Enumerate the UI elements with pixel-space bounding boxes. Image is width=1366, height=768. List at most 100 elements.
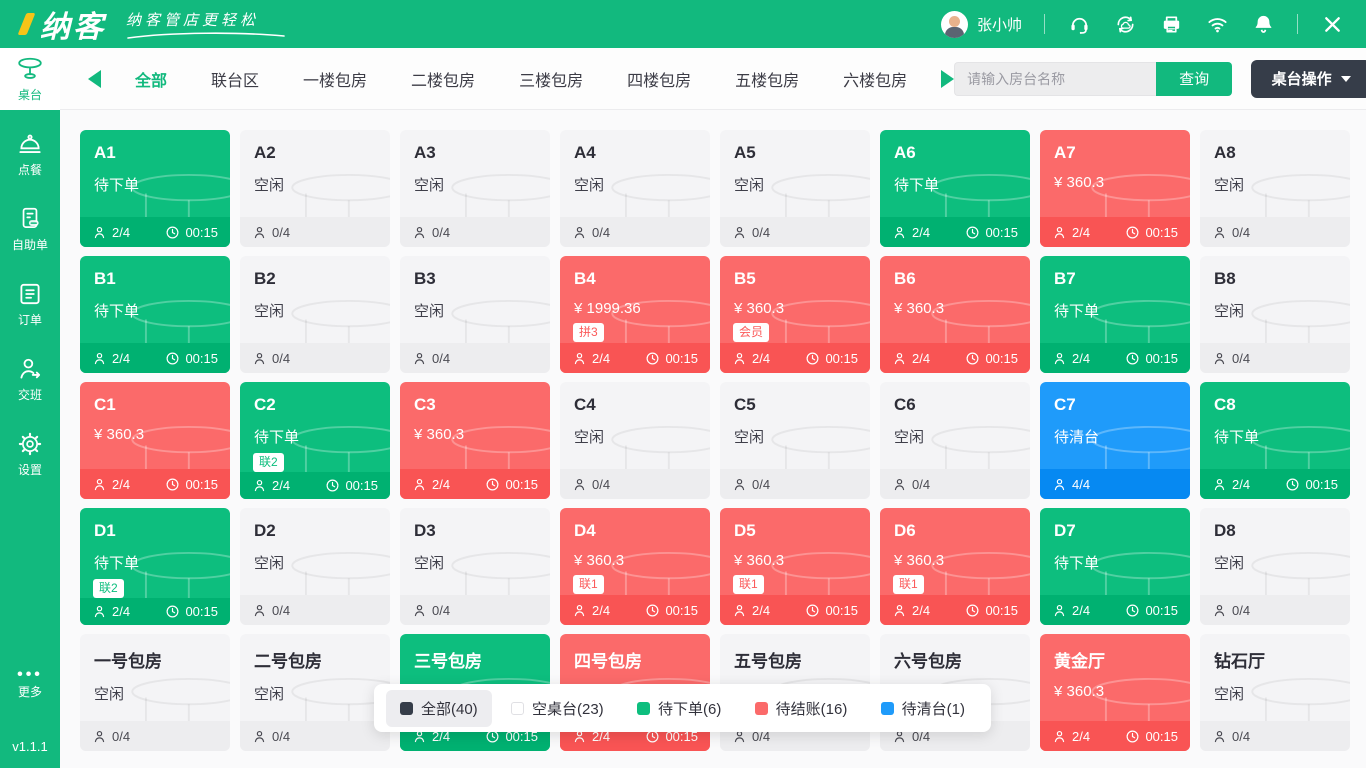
bell-icon[interactable] [1251,12,1275,36]
table-card-钻石厅[interactable]: 钻石厅空闲0/4 [1200,634,1350,751]
sidebar-item-selfserve[interactable]: 自助单 [0,198,60,260]
table-card-B6[interactable]: B6¥ 360.32/400:15 [880,256,1030,373]
legend-item-0[interactable]: 全部(40) [386,690,492,727]
table-status: 待下单 [80,541,230,573]
table-card-C5[interactable]: C5空闲0/4 [720,382,870,499]
table-card-D1[interactable]: D1待下单联22/400:15 [80,508,230,625]
legend-item-2[interactable]: 待下单(6) [623,690,735,727]
duration: 00:15 [185,351,218,366]
table-name: A3 [400,130,550,163]
table-badge: 会员 [733,323,769,342]
table-card-B1[interactable]: B1待下单2/400:15 [80,256,230,373]
app-slogan: 纳客管店更轻松 [126,9,286,40]
table-card-D2[interactable]: D2空闲0/4 [240,508,390,625]
tab-全部[interactable]: 全部 [135,67,167,91]
sidebar-item-order[interactable]: 点餐 [0,123,60,185]
occupancy: 0/4 [432,351,450,366]
legend-item-3[interactable]: 待结账(16) [741,690,862,727]
tab-联台区[interactable]: 联台区 [211,67,259,91]
table-card-B8[interactable]: B8空闲0/4 [1200,256,1350,373]
table-card-A1[interactable]: A1待下单2/400:15 [80,130,230,247]
search-button[interactable]: 查询 [1156,62,1232,96]
table-card-A8[interactable]: A8空闲0/4 [1200,130,1350,247]
wifi-icon[interactable] [1205,12,1229,36]
table-card-二号包房[interactable]: 二号包房空闲0/4 [240,634,390,751]
duration: 00:15 [1145,729,1178,744]
person-icon [92,604,107,619]
table-card-A7[interactable]: A7¥ 360.32/400:15 [1040,130,1190,247]
user-menu[interactable]: 张小帅 [941,11,1022,38]
sidebar-item-settings[interactable]: 设置 [0,423,60,485]
search-input[interactable] [954,62,1156,96]
sidebar-item-shift[interactable]: 交班 [0,348,60,410]
table-name: 一号包房 [80,634,230,672]
table-card-D4[interactable]: D4¥ 360.3联12/400:15 [560,508,710,625]
close-icon[interactable] [1320,12,1344,36]
header-divider [1297,14,1298,34]
legend-item-4[interactable]: 待清台(1) [867,690,979,727]
table-card-D6[interactable]: D6¥ 360.3联12/400:15 [880,508,1030,625]
person-icon [1052,729,1067,744]
clock-icon [165,225,180,240]
table-card-B2[interactable]: B2空闲0/4 [240,256,390,373]
table-card-D5[interactable]: D5¥ 360.3联12/400:15 [720,508,870,625]
table-card-B3[interactable]: B3空闲0/4 [400,256,550,373]
tab-二楼包房[interactable]: 二楼包房 [411,67,475,91]
customer-service-icon[interactable] [1067,12,1091,36]
table-card-A4[interactable]: A4空闲0/4 [560,130,710,247]
sidebar-item-tables[interactable]: 桌台 [0,48,60,110]
person-icon [572,351,587,366]
table-card-C3[interactable]: C3¥ 360.32/400:15 [400,382,550,499]
tab-三楼包房[interactable]: 三楼包房 [519,67,583,91]
table-card-A2[interactable]: A2空闲0/4 [240,130,390,247]
table-card-A5[interactable]: A5空闲0/4 [720,130,870,247]
table-card-B7[interactable]: B7待下单2/400:15 [1040,256,1190,373]
table-card-A6[interactable]: A6待下单2/400:15 [880,130,1030,247]
clock-icon [1125,351,1140,366]
printer-icon[interactable] [1159,12,1183,36]
table-card-B4[interactable]: B4¥ 1999.36拼32/400:15 [560,256,710,373]
tab-六楼包房[interactable]: 六楼包房 [843,67,907,91]
sidebar-item-more[interactable]: ••• 更多 [0,654,60,716]
sidebar-item-orders[interactable]: 订单 [0,273,60,335]
table-card-footer: 0/4 [80,721,230,751]
table-card-黄金厅[interactable]: 黄金厅¥ 360.32/400:15 [1040,634,1190,751]
person-icon [252,351,267,366]
table-name: B5 [720,256,870,289]
table-card-C7[interactable]: C7待清台4/4 [1040,382,1190,499]
table-card-B5[interactable]: B5¥ 360.3会员2/400:15 [720,256,870,373]
person-icon [252,478,267,493]
tab-五楼包房[interactable]: 五楼包房 [735,67,799,91]
tabs-scroll-left-icon[interactable] [88,70,101,88]
tab-四楼包房[interactable]: 四楼包房 [627,67,691,91]
occupancy: 2/4 [912,225,930,240]
sidebar-item-label: 设置 [18,461,42,478]
table-card-C8[interactable]: C8待下单2/400:15 [1200,382,1350,499]
table-card-D8[interactable]: D8空闲0/4 [1200,508,1350,625]
table-status: ¥ 360.3 [560,541,710,569]
table-name: C5 [720,382,870,415]
person-icon [572,477,587,492]
table-name: A6 [880,130,1030,163]
table-operations-button[interactable]: 桌台操作 [1251,60,1366,98]
tab-一楼包房[interactable]: 一楼包房 [303,67,367,91]
table-badge: 联2 [253,453,284,472]
table-card-一号包房[interactable]: 一号包房空闲0/4 [80,634,230,751]
person-icon [732,351,747,366]
table-card-D3[interactable]: D3空闲0/4 [400,508,550,625]
table-card-C6[interactable]: C6空闲0/4 [880,382,1030,499]
table-card-D7[interactable]: D7待下单2/400:15 [1040,508,1190,625]
clock-icon [645,351,660,366]
tabs-scroll-right-icon[interactable] [941,70,954,88]
table-card-C1[interactable]: C1¥ 360.32/400:15 [80,382,230,499]
clock-icon [965,351,980,366]
table-status: ¥ 360.3 [400,415,550,443]
table-card-C4[interactable]: C4空闲0/4 [560,382,710,499]
table-name: B1 [80,256,230,289]
legend-item-1[interactable]: 空桌台(23) [497,690,618,727]
table-card-footer: 0/4 [1200,721,1350,751]
table-card-A3[interactable]: A3空闲0/4 [400,130,550,247]
sync-icon[interactable] [1113,12,1137,36]
table-card-C2[interactable]: C2待下单联22/400:15 [240,382,390,499]
duration: 00:15 [1305,477,1338,492]
